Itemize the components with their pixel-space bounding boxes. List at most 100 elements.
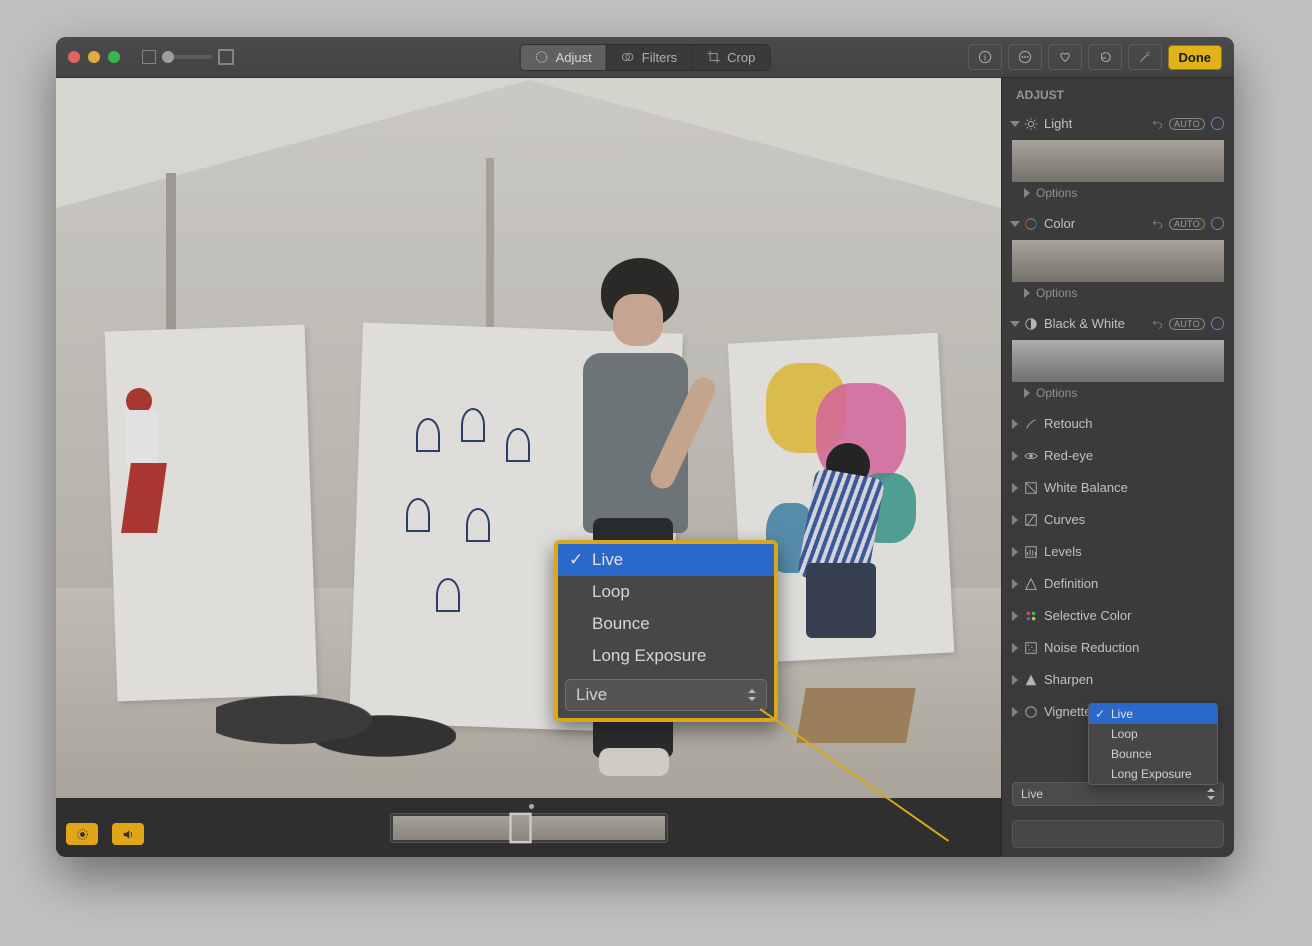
light-options[interactable]: Options bbox=[1012, 182, 1224, 204]
panel-definition-header[interactable]: Definition bbox=[1012, 571, 1224, 596]
auto-button[interactable]: AUTO bbox=[1169, 318, 1205, 330]
callout-dropdown[interactable]: Live bbox=[565, 679, 767, 711]
zoom-control[interactable] bbox=[142, 49, 234, 65]
vignette-icon bbox=[1024, 705, 1038, 719]
disclosure-triangle-icon bbox=[1024, 288, 1030, 298]
crop-icon bbox=[706, 50, 720, 64]
menu-item-live[interactable]: Live bbox=[1089, 704, 1217, 724]
panel-levels-header[interactable]: Levels bbox=[1012, 539, 1224, 564]
undo-icon[interactable] bbox=[1152, 318, 1163, 329]
auto-button[interactable]: AUTO bbox=[1169, 218, 1205, 230]
selective-color-icon bbox=[1024, 609, 1038, 623]
panel-wb-header[interactable]: White Balance bbox=[1012, 475, 1224, 500]
levels-icon bbox=[1024, 545, 1038, 559]
undo-icon[interactable] bbox=[1152, 218, 1163, 229]
live-photo-toggle[interactable] bbox=[66, 823, 98, 845]
panel-light: Light AUTO Options bbox=[1002, 108, 1234, 208]
color-thumbnails[interactable] bbox=[1012, 240, 1224, 282]
disclosure-triangle-icon bbox=[1010, 321, 1020, 327]
info-button[interactable]: i bbox=[968, 44, 1002, 70]
panel-redeye-header[interactable]: Red-eye bbox=[1012, 443, 1224, 468]
sound-toggle[interactable] bbox=[112, 823, 144, 845]
fullscreen-window-button[interactable] bbox=[108, 51, 120, 63]
enable-circle[interactable] bbox=[1211, 217, 1224, 230]
scrubber-bar bbox=[56, 798, 1001, 857]
zoom-in-icon bbox=[218, 49, 234, 65]
panel-color-header[interactable]: Color AUTO bbox=[1012, 211, 1224, 236]
disclosure-triangle-icon bbox=[1012, 451, 1018, 461]
live-photo-filmstrip[interactable] bbox=[390, 813, 668, 843]
disclosure-triangle-icon bbox=[1012, 547, 1018, 557]
panel-bw-header[interactable]: Black & White AUTO bbox=[1012, 311, 1224, 336]
live-effect-dropdown[interactable]: Live bbox=[1012, 782, 1224, 806]
panel-noise-header[interactable]: Noise Reduction bbox=[1012, 635, 1224, 660]
done-button[interactable]: Done bbox=[1168, 45, 1223, 70]
tab-adjust-label: Adjust bbox=[556, 50, 592, 65]
titlebar: Adjust Filters Crop i Done bbox=[56, 37, 1234, 78]
definition-icon bbox=[1024, 577, 1038, 591]
ellipsis-icon bbox=[1018, 50, 1032, 64]
callout-dropdown-value: Live bbox=[576, 685, 607, 705]
bw-thumbnails[interactable] bbox=[1012, 340, 1224, 382]
disclosure-triangle-icon bbox=[1010, 221, 1020, 227]
enable-circle[interactable] bbox=[1211, 117, 1224, 130]
photos-edit-window: Adjust Filters Crop i Done bbox=[56, 37, 1234, 857]
tab-crop[interactable]: Crop bbox=[691, 45, 769, 70]
adjust-sidebar: ADJUST Light AUTO Options Color bbox=[1001, 78, 1234, 857]
bw-icon bbox=[1024, 317, 1038, 331]
edit-mode-tabs: Adjust Filters Crop bbox=[520, 44, 771, 71]
tab-adjust[interactable]: Adjust bbox=[521, 45, 606, 70]
panel-light-label: Light bbox=[1044, 116, 1146, 131]
callout-item-loop[interactable]: Loop bbox=[558, 576, 774, 608]
favorite-button[interactable] bbox=[1048, 44, 1082, 70]
chevron-up-down-icon bbox=[748, 689, 756, 701]
undo-icon[interactable] bbox=[1152, 118, 1163, 129]
zoom-out-icon bbox=[142, 50, 156, 64]
zoom-slider[interactable] bbox=[162, 55, 212, 59]
light-thumbnails[interactable] bbox=[1012, 140, 1224, 182]
live-effect-dropdown-value: Live bbox=[1021, 787, 1043, 801]
close-window-button[interactable] bbox=[68, 51, 80, 63]
disclosure-triangle-icon bbox=[1010, 121, 1020, 127]
heart-icon bbox=[1058, 50, 1072, 64]
filters-icon bbox=[621, 50, 635, 64]
callout-item-live[interactable]: Live bbox=[558, 544, 774, 576]
disclosure-triangle-icon bbox=[1012, 707, 1018, 717]
disclosure-triangle-icon bbox=[1012, 515, 1018, 525]
enhance-button[interactable] bbox=[1128, 44, 1162, 70]
disclosure-triangle-icon bbox=[1012, 483, 1018, 493]
tab-filters[interactable]: Filters bbox=[606, 45, 691, 70]
rotate-button[interactable] bbox=[1088, 44, 1122, 70]
curves-icon bbox=[1024, 513, 1038, 527]
color-options[interactable]: Options bbox=[1012, 282, 1224, 304]
more-button[interactable] bbox=[1008, 44, 1042, 70]
panel-bw: Black & White AUTO Options bbox=[1002, 308, 1234, 408]
adjust-icon bbox=[535, 50, 549, 64]
panel-color-label: Color bbox=[1044, 216, 1146, 231]
bw-options[interactable]: Options bbox=[1012, 382, 1224, 404]
minimize-window-button[interactable] bbox=[88, 51, 100, 63]
live-effect-menu-callout: Live Loop Bounce Long Exposure Live bbox=[554, 540, 778, 722]
disclosure-triangle-icon bbox=[1012, 611, 1018, 621]
enable-circle[interactable] bbox=[1211, 317, 1224, 330]
panel-selective-header[interactable]: Selective Color bbox=[1012, 603, 1224, 628]
panel-retouch-header[interactable]: Retouch bbox=[1012, 411, 1224, 436]
tab-filters-label: Filters bbox=[642, 50, 677, 65]
chevron-up-down-icon bbox=[1207, 788, 1215, 800]
menu-item-long-exposure[interactable]: Long Exposure bbox=[1089, 764, 1217, 784]
callout-item-bounce[interactable]: Bounce bbox=[558, 608, 774, 640]
live-photo-icon bbox=[76, 828, 89, 841]
reset-adjustments-button[interactable] bbox=[1012, 820, 1224, 848]
wb-icon bbox=[1024, 481, 1038, 495]
panel-curves-header[interactable]: Curves bbox=[1012, 507, 1224, 532]
panel-sharpen-header[interactable]: Sharpen bbox=[1012, 667, 1224, 692]
photo-preview[interactable] bbox=[56, 78, 1001, 798]
color-wheel-icon bbox=[1024, 217, 1038, 231]
auto-button[interactable]: AUTO bbox=[1169, 118, 1205, 130]
menu-item-bounce[interactable]: Bounce bbox=[1089, 744, 1217, 764]
window-controls bbox=[68, 51, 120, 63]
panel-light-header[interactable]: Light AUTO bbox=[1012, 111, 1224, 136]
callout-item-long-exposure[interactable]: Long Exposure bbox=[558, 640, 774, 672]
menu-item-loop[interactable]: Loop bbox=[1089, 724, 1217, 744]
disclosure-triangle-icon bbox=[1024, 388, 1030, 398]
